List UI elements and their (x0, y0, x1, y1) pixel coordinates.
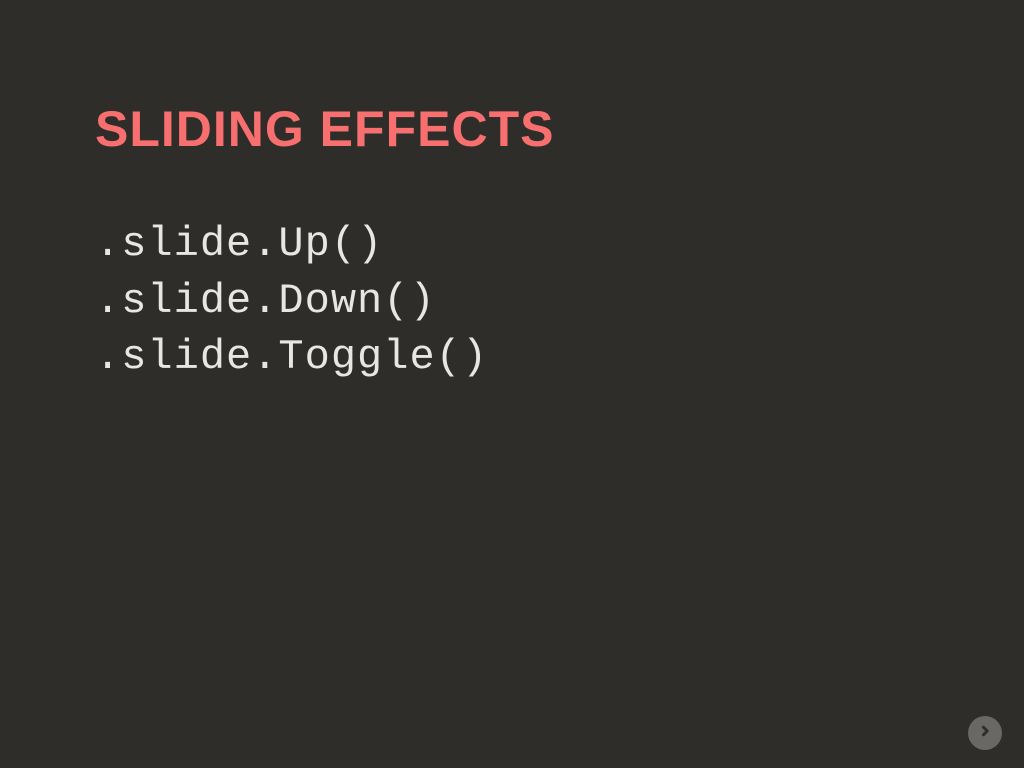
slide-title: SLIDING EFFECTS (95, 100, 929, 158)
code-line: .slide.Down() (95, 275, 929, 328)
slide-container: SLIDING EFFECTS .slide.Up() .slide.Down(… (0, 0, 1024, 768)
arrow-right-icon (976, 722, 994, 745)
next-slide-button[interactable] (968, 716, 1002, 750)
code-line: .slide.Up() (95, 218, 929, 271)
code-list: .slide.Up() .slide.Down() .slide.Toggle(… (95, 218, 929, 384)
code-line: .slide.Toggle() (95, 331, 929, 384)
